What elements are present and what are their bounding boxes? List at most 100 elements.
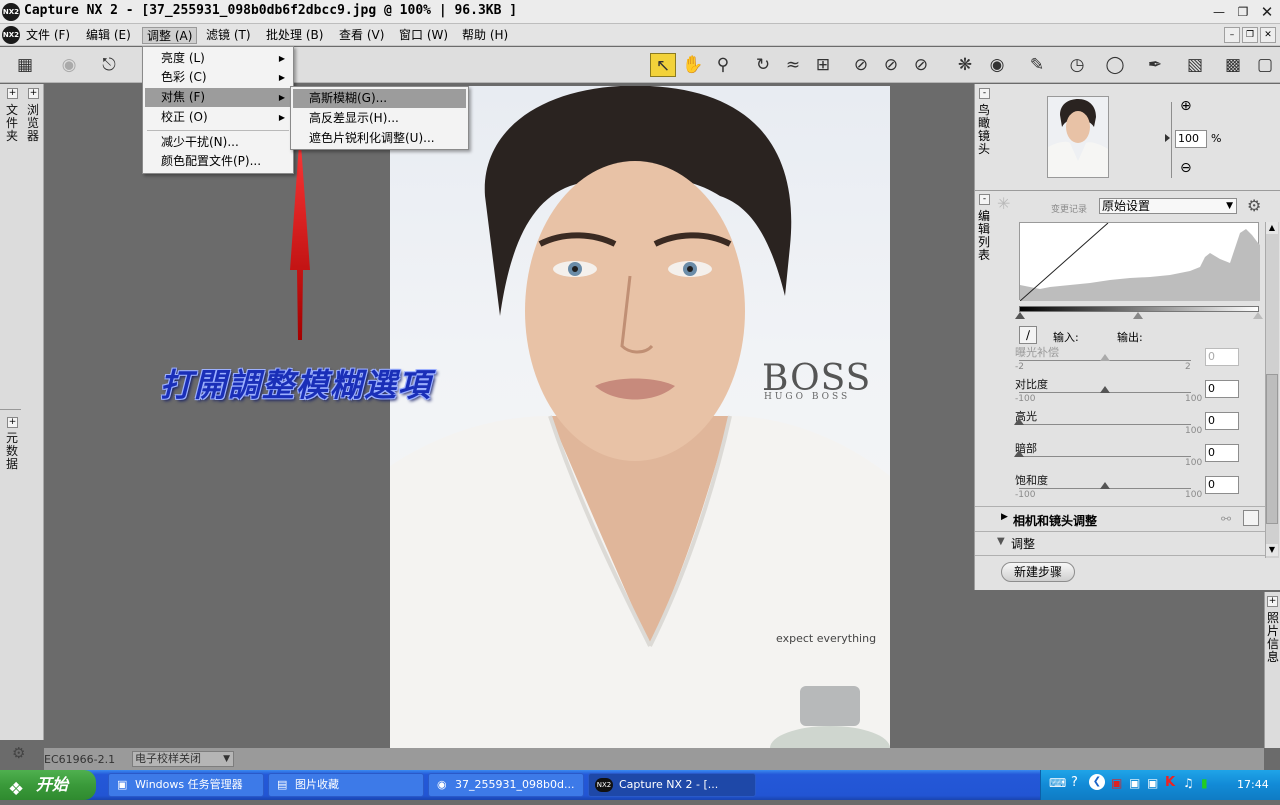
tab-metadata[interactable]: 元数据 [2,432,22,471]
menu-window[interactable]: 窗口 (W) [395,27,452,44]
menu-batch[interactable]: 批处理 (B) [262,27,327,44]
task-pictures[interactable]: ▤ 图片收藏 [268,773,424,797]
zoom-out-icon[interactable]: ⊖ [1180,160,1192,176]
hand-icon[interactable]: ✋ [680,53,706,77]
input-white-handle[interactable] [1253,312,1263,319]
soft-proof-select[interactable]: 电子校样关闭 ▼ [132,751,234,767]
bandaid-icon[interactable]: ✎ [1024,53,1050,77]
antivirus-icon[interactable]: K [1165,775,1175,790]
menu-item-focus[interactable]: 对焦 (F) ▶ [145,88,291,107]
birds-eye-thumbnail[interactable] [1047,96,1109,178]
slider-value-field[interactable]: 0 [1205,412,1239,430]
menu-filter[interactable]: 滤镜 (T) [202,27,255,44]
settings-gear-icon[interactable]: ⚙ [12,744,25,762]
white-point-icon[interactable]: ⊘ [908,53,934,77]
section-checkbox[interactable] [1243,510,1259,526]
curve-histogram[interactable] [1019,222,1260,302]
print-icon[interactable]: ⎋ [96,53,122,77]
new-step-button[interactable]: 新建步骤 [1001,562,1075,582]
restore-icon[interactable]: ❐ [1234,4,1252,20]
menu-item-gaussian-blur[interactable]: 高斯模糊(G)... [293,89,466,108]
menu-edit[interactable]: 编辑 (E) [82,27,135,44]
task-task-manager[interactable]: ▣ Windows 任务管理器 [108,773,264,797]
menu-item-brightness[interactable]: 亮度 (L) ▶ [145,49,291,68]
doc-close-icon[interactable]: ✕ [1260,27,1276,43]
doc-minimize-icon[interactable]: – [1224,27,1240,43]
metadata-expand-icon[interactable]: + [7,417,18,428]
control-point-icon[interactable]: ◷ [1064,53,1090,77]
photo-info-expand-icon[interactable]: + [1267,596,1278,607]
zoom-slider-thumb[interactable] [1165,134,1170,142]
straighten-icon[interactable]: ≈ [780,53,806,77]
eye-icon[interactable]: ◉ [984,53,1010,77]
tray-back-icon[interactable]: ❮ [1089,774,1105,790]
tab-photo-info[interactable]: 照片信息 [1265,612,1280,664]
collapse-triangle-icon[interactable]: ▼ [997,536,1005,547]
speaker-icon[interactable]: ♫ [1183,776,1194,790]
slider-track[interactable] [1019,424,1191,425]
birds-eye-collapse-icon[interactable]: - [979,88,990,99]
task-image-viewer[interactable]: ◉ 37_255931_098b0d... [428,773,584,797]
photo-canvas[interactable]: BOSS HUGO BOSS expect everything [390,86,890,748]
preset-select[interactable]: 原始设置 ▼ [1099,198,1237,214]
link-icon[interactable]: ⚯ [1221,512,1231,526]
redeye-icon[interactable]: ❋ [952,53,978,77]
panel-gear-icon[interactable]: ⚙ [1247,196,1261,215]
menu-item-unsharp-mask[interactable]: 遮色片锐利化调整(U)... [293,129,466,148]
input-black-handle[interactable] [1015,312,1025,319]
neutral-point-icon[interactable]: ⊘ [878,53,904,77]
gradient-icon[interactable]: ▧ [1182,53,1208,77]
menu-item-high-pass[interactable]: 高反差显示(H)... [293,109,466,128]
scroll-thumb[interactable] [1266,374,1278,524]
browser-expand-icon[interactable]: + [28,88,39,99]
menu-item-correct[interactable]: 校正 (O) ▶ [145,108,291,127]
folders-expand-icon[interactable]: + [7,88,18,99]
zoom-slider-track[interactable] [1171,102,1172,178]
slider-value-field[interactable]: 0 [1205,476,1239,494]
rotate-icon[interactable]: ↻ [750,53,776,77]
workspace-icon[interactable]: ▦ [12,53,38,77]
expand-triangle-icon[interactable]: ▶ [1001,512,1008,522]
slider-thumb[interactable] [1014,450,1024,457]
slider-value-field[interactable]: 0 [1205,444,1239,462]
task-capture-nx[interactable]: NX2 Capture NX 2 - [... [588,773,756,797]
slider-value-field[interactable]: 0 [1205,348,1239,366]
help-icon[interactable]: ? [1071,775,1078,790]
selection-icon[interactable]: ▢ [1252,53,1278,77]
menu-file[interactable]: 文件 (F) [22,27,74,44]
menu-item-color[interactable]: 色彩 (C) ▶ [145,68,291,87]
menu-item-noise-reduction[interactable]: 减少干扰(N)... [145,133,291,152]
slider-thumb[interactable] [1100,482,1110,489]
zoom-value-field[interactable]: 100 [1175,130,1207,148]
lasso-icon[interactable]: ◯ [1102,53,1128,77]
section-camera-lens[interactable]: 相机和镜头调整 [1013,512,1097,529]
fill-icon[interactable]: ▩ [1220,53,1246,77]
slider-thumb[interactable] [1100,354,1110,361]
scroll-up-icon[interactable]: ▲ [1266,222,1278,234]
section-adjust[interactable]: 调整 [1011,535,1035,552]
start-button[interactable]: ❖ 开始 [0,770,96,800]
zoom-in-icon[interactable]: ⊕ [1180,98,1192,114]
menu-adjust[interactable]: 调整 (A) [142,27,198,44]
keyboard-icon[interactable]: ⌨ [1049,776,1066,790]
menu-view[interactable]: 查看 (V) [335,27,388,44]
edit-list-collapse-icon[interactable]: - [979,194,990,205]
crop-icon[interactable]: ⊞ [810,53,836,77]
tab-browser[interactable]: 浏览器 [23,104,43,143]
camera-icon[interactable]: ◉ [56,53,82,77]
slider-thumb[interactable] [1100,386,1110,393]
menu-help[interactable]: 帮助 (H) [458,27,512,44]
battery-icon[interactable]: ▮ [1201,776,1208,790]
scroll-down-icon[interactable]: ▼ [1266,544,1278,556]
input-gray-handle[interactable] [1133,312,1143,319]
slider-thumb[interactable] [1014,418,1024,425]
doc-restore-icon[interactable]: ❐ [1242,27,1258,43]
tab-folders[interactable]: 文件夹 [2,104,22,143]
network-icon[interactable]: ▣ [1111,776,1122,790]
menu-item-color-profile[interactable]: 颜色配置文件(P)... [145,152,291,171]
slider-track[interactable] [1019,456,1191,457]
display-icon[interactable]: ▣ [1129,776,1140,790]
minimize-icon[interactable]: — [1210,4,1228,20]
zoom-icon[interactable]: ⚲ [710,53,736,77]
select-arrow-icon[interactable]: ↖ [650,53,676,77]
